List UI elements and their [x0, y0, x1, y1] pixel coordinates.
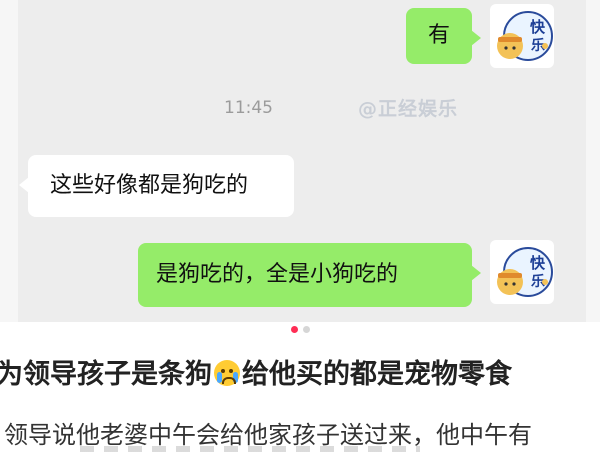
received-message-bubble[interactable]: 这些好像都是狗吃的 [19, 155, 294, 217]
message-text: 是狗吃的，全是小狗吃的 [156, 262, 399, 287]
post-title: 为领导孩子是条狗 给他买的都是宠物零食 [0, 352, 512, 391]
avatar[interactable]: 快 乐 [490, 4, 554, 68]
message-text: 有 [427, 23, 450, 48]
carousel-indicator[interactable] [0, 326, 600, 338]
avatar-illustration-icon: 快 乐 [497, 247, 553, 297]
avatar-illustration-icon: 快 乐 [497, 11, 553, 61]
post-title-part1: 为领导孩子是条狗 [0, 359, 212, 390]
chat-screenshot: 有 快 乐 11:45 @正经娱乐 这些好像都是狗吃的 是狗吃的，全是小狗吃的 … [0, 0, 600, 322]
next-line-fragment [80, 446, 420, 452]
post-title-part2: 给他买的都是宠物零食 [242, 359, 512, 390]
avatar[interactable]: 快 乐 [490, 240, 554, 304]
sent-message-bubble[interactable]: 是狗吃的，全是小狗吃的 [138, 243, 481, 307]
message-timestamp: 11:45 [224, 98, 273, 118]
carousel-dot-2[interactable] [302, 326, 310, 333]
crying-face-icon [214, 360, 240, 386]
carousel-dot-1[interactable] [290, 326, 298, 333]
screenshot-left-edge [0, 0, 18, 322]
screenshot-right-edge [586, 0, 600, 322]
sent-message-bubble[interactable]: 有 [406, 8, 481, 64]
watermark: @正经娱乐 [358, 98, 459, 120]
avatar-logo-text: 快 [530, 18, 546, 36]
svg-text:快: 快 [530, 254, 546, 272]
message-text: 这些好像都是狗吃的 [50, 173, 249, 198]
post-body: 领导说他老婆中午会给他家孩子送过来，他中午有 [4, 421, 532, 449]
